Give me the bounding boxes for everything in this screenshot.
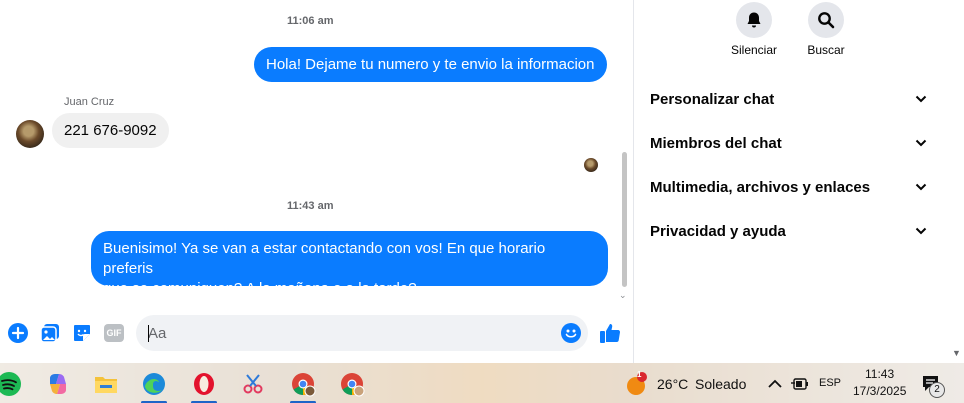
search-button[interactable] (808, 2, 844, 38)
timestamp: 11:43 am (287, 200, 334, 212)
language-indicator[interactable]: ESP (819, 377, 841, 389)
mute-label: Silenciar (730, 43, 778, 57)
chevron-down-icon (915, 95, 927, 103)
gif-label: GIF (104, 324, 124, 342)
chat-info-panel: Silenciar Buscar Personalizar chat Miemb… (635, 0, 964, 363)
bell-icon (747, 12, 761, 28)
gif-icon[interactable]: GIF (103, 322, 125, 344)
emoji-icon[interactable] (560, 322, 582, 344)
file-explorer-icon[interactable] (91, 369, 121, 399)
snipping-tool-icon[interactable] (238, 369, 268, 399)
photo-icon[interactable] (39, 322, 61, 344)
sender-name: Juan Cruz (64, 96, 115, 108)
spotify-icon[interactable] (0, 369, 24, 399)
copilot-icon[interactable] (43, 369, 73, 399)
opera-icon[interactable] (189, 369, 219, 403)
chevron-down-icon (915, 227, 927, 235)
like-thumbs-up-icon[interactable] (599, 322, 621, 344)
message-input[interactable] (136, 315, 588, 351)
message-line: Buenisimo! Ya se van a estar contactando… (103, 240, 546, 277)
windows-taskbar: 1 26°C Soleado ESP 11:43 17/3/2025 2 (0, 363, 964, 403)
message-line: que se comuniquen? A la mañana o a la ta… (103, 280, 417, 297)
panel-scroll-down-icon[interactable]: ▼ (952, 348, 961, 358)
clock-date[interactable]: 17/3/2025 (853, 384, 906, 398)
search-icon (818, 12, 835, 29)
scroll-down-arrow-icon[interactable]: ⌄ (619, 290, 627, 301)
seen-receipt-avatar (584, 158, 598, 172)
section-label: Multimedia, archivos y enlaces (650, 178, 871, 196)
search-label: Buscar (807, 43, 845, 57)
timestamp: 11:06 am (287, 15, 334, 27)
plus-circle-icon[interactable] (7, 322, 29, 344)
weather-text[interactable]: Soleado (695, 376, 746, 392)
chrome-profile-icon[interactable] (288, 369, 318, 403)
section-label: Personalizar chat (650, 90, 775, 108)
section-label: Privacidad y ayuda (650, 222, 786, 240)
outgoing-message[interactable]: Hola! Dejame tu numero y te envio la inf… (254, 47, 607, 82)
section-privacy-help[interactable]: Privacidad y ayuda (635, 211, 945, 251)
notification-count-badge: 2 (929, 382, 945, 398)
contact-avatar[interactable] (16, 120, 44, 148)
section-chat-members[interactable]: Miembros del chat (635, 123, 945, 163)
chevron-down-icon (915, 139, 927, 147)
clock-time[interactable]: 11:43 (865, 367, 894, 381)
chat-area: 11:06 am Hola! Dejame tu numero y te env… (0, 0, 634, 363)
message-composer: GIF (0, 312, 634, 356)
battery-plug-icon[interactable] (785, 369, 815, 399)
chrome-icon[interactable] (337, 369, 367, 399)
text-caret (148, 325, 149, 342)
chat-scrollbar-thumb[interactable] (622, 152, 627, 287)
edge-icon[interactable] (139, 369, 169, 403)
outgoing-message[interactable]: Buenisimo! Ya se van a estar contactando… (91, 231, 608, 297)
mute-button[interactable] (736, 2, 772, 38)
section-label: Miembros del chat (650, 134, 782, 152)
temperature[interactable]: 26°C (657, 376, 688, 392)
weather-badge: 1 (637, 370, 642, 379)
sticker-icon[interactable] (71, 322, 93, 344)
messenger-window: 11:06 am Hola! Dejame tu numero y te env… (0, 0, 964, 403)
incoming-message[interactable]: 221 676-9092 (52, 113, 169, 148)
section-media-files-links[interactable]: Multimedia, archivos y enlaces (635, 167, 945, 207)
section-customize-chat[interactable]: Personalizar chat (635, 79, 945, 119)
chevron-down-icon (915, 183, 927, 191)
